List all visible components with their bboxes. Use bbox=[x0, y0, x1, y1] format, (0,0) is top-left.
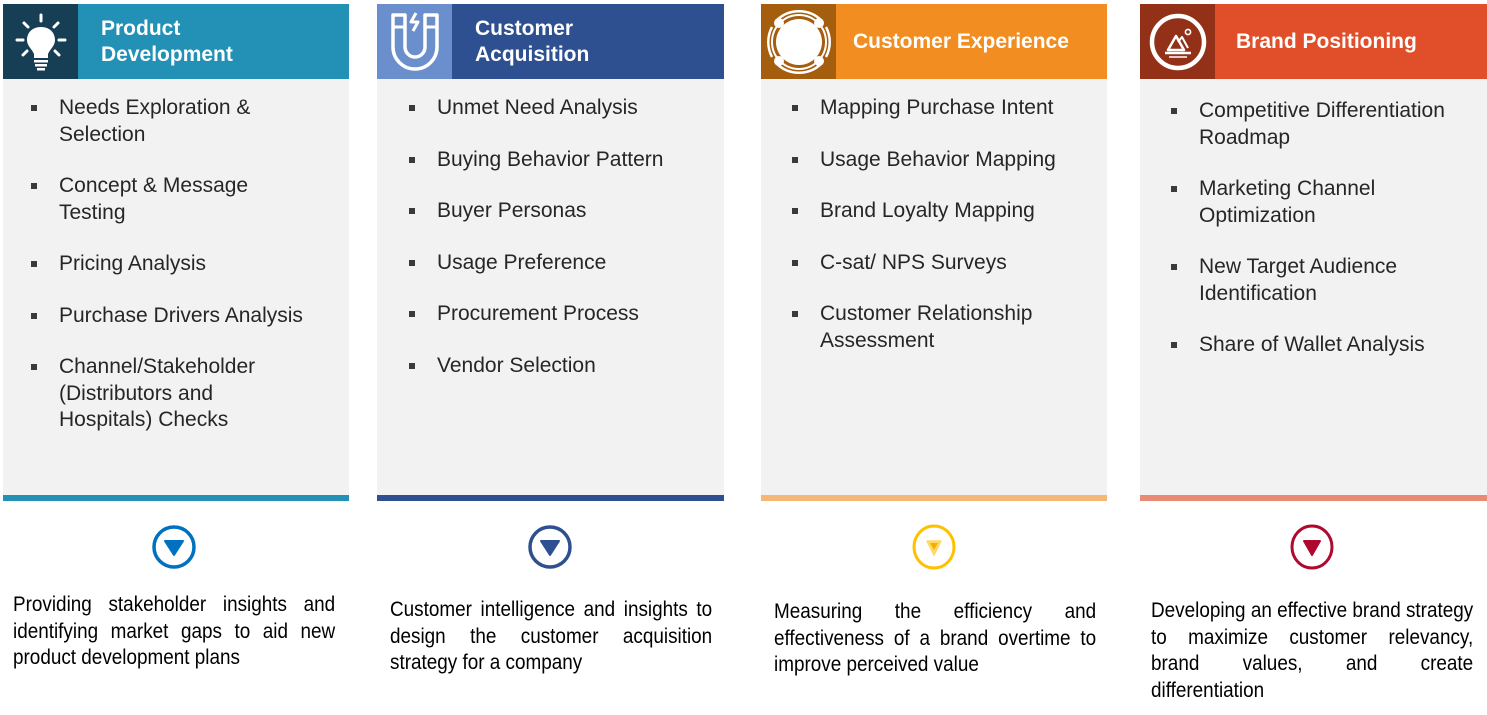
column-description: Customer intelligence and insights to de… bbox=[390, 598, 713, 674]
column-title-box: Customer Acquisition bbox=[452, 4, 724, 79]
list-item: Mapping Purchase Intent bbox=[792, 95, 1097, 122]
column-panel: Competitive Differentiation Roadmap Mark… bbox=[1140, 79, 1487, 495]
list-item: New Target Audience Identification bbox=[1171, 254, 1429, 307]
column-bar bbox=[3, 495, 349, 501]
column-description: Providing stakeholder insights and ident… bbox=[13, 593, 336, 669]
column-panel: Unmet Need Analysis Buying Behavior Patt… bbox=[377, 79, 724, 495]
column-panel: Mapping Purchase Intent Usage Behavior M… bbox=[761, 79, 1107, 495]
column-title-box: Product Development bbox=[78, 4, 349, 79]
icon-box bbox=[761, 4, 836, 79]
icon-box bbox=[3, 4, 78, 79]
column-header: Customer Acquisition bbox=[377, 4, 724, 79]
list-item: C-sat/ NPS Surveys bbox=[792, 250, 1097, 277]
list-item: Competitive Differentiation Roadmap bbox=[1171, 98, 1449, 151]
list-item: Customer Relationship Assessment bbox=[792, 301, 1060, 354]
list-item: Concept & Message Testing bbox=[31, 173, 279, 226]
column-bar bbox=[761, 495, 1107, 501]
column-title: Customer Experience bbox=[853, 29, 1069, 53]
column-bar bbox=[377, 495, 724, 501]
list-item: Usage Behavior Mapping bbox=[792, 147, 1097, 174]
item-list: Needs Exploration & Selection Concept & … bbox=[3, 79, 349, 434]
column-title-box: Customer Experience bbox=[836, 4, 1107, 79]
column-description: Measuring the efficiency and effectivene… bbox=[774, 600, 1097, 676]
list-item: Brand Loyalty Mapping bbox=[792, 198, 1097, 225]
lifebuoy-icon bbox=[766, 9, 831, 74]
column-brand-positioning: Brand Positioning Competitive Differenti… bbox=[1140, 4, 1487, 501]
column-customer-experience: Customer Experience Mapping Purchase Int… bbox=[761, 4, 1107, 501]
column-customer-acquisition: Customer Acquisition Unmet Need Analysis… bbox=[377, 4, 724, 501]
list-item: Purchase Drivers Analysis bbox=[31, 303, 339, 330]
list-item: Pricing Analysis bbox=[31, 251, 339, 278]
list-item: Unmet Need Analysis bbox=[409, 95, 714, 122]
item-list: Unmet Need Analysis Buying Behavior Patt… bbox=[377, 79, 724, 379]
icon-box bbox=[377, 4, 452, 79]
down-arrow-circle-icon bbox=[912, 524, 956, 570]
list-item: Channel/Stakeholder (Distributors and Ho… bbox=[31, 354, 279, 434]
column-header: Product Development bbox=[3, 4, 349, 79]
list-item: Buyer Personas bbox=[409, 198, 714, 225]
down-arrow-circle-icon bbox=[152, 525, 196, 569]
list-item: Buying Behavior Pattern bbox=[409, 147, 714, 174]
list-item: Vendor Selection bbox=[409, 353, 714, 380]
list-item: Needs Exploration & Selection bbox=[31, 95, 279, 148]
list-item: Procurement Process bbox=[409, 301, 714, 328]
list-item: Usage Preference bbox=[409, 250, 714, 277]
magnet-icon bbox=[390, 11, 439, 71]
column-title: Product Development bbox=[101, 16, 233, 66]
list-item: Share of Wallet Analysis bbox=[1171, 332, 1477, 359]
column-panel: Needs Exploration & Selection Concept & … bbox=[3, 79, 349, 495]
item-list: Mapping Purchase Intent Usage Behavior M… bbox=[761, 79, 1107, 354]
mountain-badge-icon bbox=[1149, 13, 1206, 70]
lightbulb-icon bbox=[15, 13, 66, 70]
item-list: Competitive Differentiation Roadmap Mark… bbox=[1140, 79, 1487, 359]
column-header: Brand Positioning bbox=[1140, 4, 1487, 79]
column-bar bbox=[1140, 495, 1487, 501]
column-product-development: Product Development Needs Exploration & … bbox=[3, 4, 349, 501]
column-header: Customer Experience bbox=[761, 4, 1107, 79]
down-arrow-circle-icon bbox=[528, 525, 572, 569]
column-title: Customer Acquisition bbox=[475, 16, 590, 66]
icon-box bbox=[1140, 4, 1215, 79]
list-item: Marketing Channel Optimization bbox=[1171, 176, 1399, 229]
column-title: Brand Positioning bbox=[1236, 29, 1417, 53]
column-description: Developing an effective brand strategy t… bbox=[1151, 599, 1474, 702]
down-arrow-circle-icon bbox=[1290, 524, 1334, 570]
column-title-box: Brand Positioning bbox=[1215, 4, 1487, 79]
